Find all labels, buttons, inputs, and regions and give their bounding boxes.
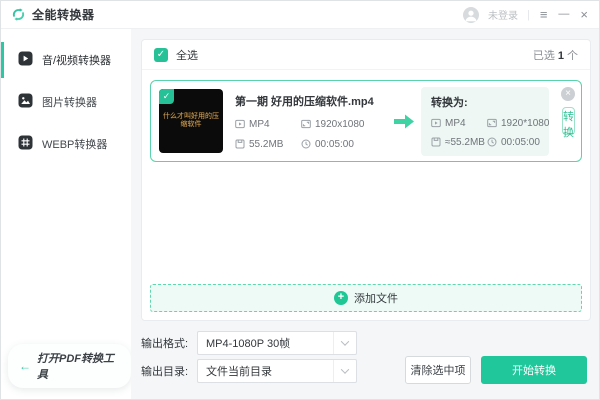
menu-icon[interactable]: ≡ [539, 8, 549, 21]
chevron-down-icon [333, 360, 356, 382]
target-resolution: 1920*1080 [487, 118, 549, 129]
remove-file-icon[interactable]: × [561, 87, 575, 101]
sidebar: 音/视频转换器 图片转换器 WEBP转换器 ← 打开PDF转换工具 [1, 29, 131, 399]
resolution-icon [487, 118, 497, 128]
close-icon[interactable]: × [579, 8, 589, 21]
list-header: ✓ 全选 已选 1 个 [142, 40, 590, 70]
minimize-icon[interactable]: — [557, 9, 570, 20]
output-format-select[interactable]: MP4-1080P 30帧 [197, 331, 357, 355]
file-size-icon [431, 137, 441, 147]
back-arrow-icon: ← [19, 359, 31, 373]
clear-selected-button[interactable]: 清除选中项 [405, 356, 471, 384]
app-title: 全能转换器 [32, 8, 95, 22]
video-thumbnail[interactable]: ✓ 什么才叫好用的压缩软件 [159, 89, 223, 153]
titlebar: 全能转换器 未登录 | ≡ — × [1, 1, 599, 29]
list-empty-space [142, 162, 590, 284]
file-list-panel: ✓ 全选 已选 1 个 ✓ 什么才叫好用的压缩软件 第一期 好用的压缩软件.mp4 [141, 39, 591, 321]
app-window: 全能转换器 未登录 | ≡ — × 音/视频转换器 图片转换器 WEBP转换器 … [0, 0, 600, 400]
target-format: MP4 [431, 118, 487, 129]
image-converter-icon [18, 93, 33, 111]
sidebar-item-label: 图片转换器 [42, 97, 97, 109]
output-directory-value: 文件当前目录 [206, 366, 272, 378]
file-size-icon [235, 139, 245, 149]
file-checkbox[interactable]: ✓ [159, 89, 174, 104]
select-all-checkbox[interactable]: ✓ [154, 47, 168, 62]
user-avatar-icon[interactable] [462, 6, 479, 23]
target-size: ≈55.2MB [431, 137, 487, 148]
sidebar-item-label: WEBP转换器 [42, 139, 108, 151]
output-directory-select[interactable]: 文件当前目录 [197, 359, 357, 383]
sidebar-item-image-converter[interactable]: 图片转换器 [1, 81, 131, 123]
sidebar-item-av-converter[interactable]: 音/视频转换器 [1, 39, 131, 81]
selected-count-text: 已选 1 个 [532, 49, 578, 62]
sidebar-item-label: 音/视频转换器 [42, 55, 112, 67]
clock-icon [301, 139, 311, 149]
app-logo-icon [11, 7, 26, 22]
target-file-info: 转换为: MP4 1920*1080 ≈55.2MB 00:05:00 [421, 86, 549, 156]
source-duration: 00:05:00 [301, 139, 387, 150]
target-duration: 00:05:00 [487, 137, 549, 148]
convert-arrow-icon [392, 113, 416, 130]
thumbnail-caption: 什么才叫好用的压缩软件 [163, 112, 219, 128]
selected-count-value: 1 [557, 49, 564, 62]
output-directory-label: 输出目录: [141, 366, 189, 378]
chevron-down-icon [333, 332, 356, 354]
clock-icon [487, 137, 497, 147]
plus-icon: + [334, 291, 348, 305]
file-card: ✓ 什么才叫好用的压缩软件 第一期 好用的压缩软件.mp4 MP4 1920x1… [150, 80, 582, 162]
open-pdf-tool-button[interactable]: ← 打开PDF转换工具 [8, 344, 131, 388]
select-all-label[interactable]: 全选 [176, 47, 198, 63]
webp-converter-icon [18, 135, 33, 153]
titlebar-separator: | [526, 8, 530, 21]
check-icon: ✓ [162, 91, 171, 101]
output-format-row: 输出格式: MP4-1080P 30帧 [141, 331, 357, 355]
source-size: 55.2MB [235, 139, 301, 150]
source-file-info: 第一期 好用的压缩软件.mp4 MP4 1920x1080 55.2MB 00:… [235, 93, 387, 150]
pdf-tool-label: 打开PDF转换工具 [37, 353, 114, 381]
source-format: MP4 [235, 119, 301, 130]
login-status[interactable]: 未登录 [488, 7, 518, 22]
sidebar-item-webp-converter[interactable]: WEBP转换器 [1, 123, 131, 165]
main-area: ✓ 全选 已选 1 个 ✓ 什么才叫好用的压缩软件 第一期 好用的压缩软件.mp4 [131, 29, 599, 399]
video-format-icon [431, 118, 441, 128]
video-converter-icon [18, 51, 33, 69]
video-format-icon [235, 119, 245, 129]
start-convert-button[interactable]: 开始转换 [481, 356, 587, 384]
add-files-dropzone[interactable]: + 添加文件 [150, 284, 582, 312]
convert-to-label: 转换为: [431, 96, 468, 109]
output-format-label: 输出格式: [141, 338, 189, 350]
output-format-value: MP4-1080P 30帧 [206, 338, 291, 350]
resolution-icon [301, 119, 311, 129]
file-name: 第一期 好用的压缩软件.mp4 [235, 95, 374, 108]
check-icon: ✓ [156, 49, 166, 60]
source-resolution: 1920x1080 [301, 119, 387, 130]
convert-button[interactable]: 转换 [562, 107, 575, 139]
output-directory-row: 输出目录: 文件当前目录 [141, 359, 357, 383]
add-files-label: 添加文件 [354, 293, 398, 305]
